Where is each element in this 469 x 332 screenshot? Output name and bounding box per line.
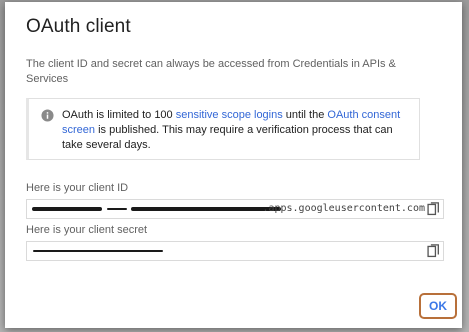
redaction-mark xyxy=(33,250,163,252)
dialog-title: OAuth client xyxy=(26,16,131,37)
copy-client-secret-icon[interactable] xyxy=(427,244,440,258)
copy-client-id-icon[interactable] xyxy=(427,202,440,216)
redaction-mark xyxy=(107,208,127,210)
client-secret-label: Here is your client secret xyxy=(26,224,148,236)
notice-text-before: OAuth is limited to 100 xyxy=(62,109,176,121)
oauth-client-dialog: OAuth client The client ID and secret ca… xyxy=(5,2,462,328)
notice-text-middle: until the xyxy=(282,109,328,121)
info-icon xyxy=(41,109,54,122)
redaction-mark xyxy=(131,207,281,211)
sensitive-scope-logins-link[interactable]: sensitive scope logins xyxy=(176,109,283,121)
notice-text-after: is published. This may require a verific… xyxy=(62,124,393,151)
ok-button[interactable]: OK xyxy=(419,293,457,319)
notice-text: OAuth is limited to 100 sensitive scope … xyxy=(62,108,412,153)
redaction-mark xyxy=(32,207,102,211)
client-id-label: Here is your client ID xyxy=(26,182,129,194)
client-id-suffix: .apps.googleusercontent.com xyxy=(262,203,425,214)
oauth-limit-notice: OAuth is limited to 100 sensitive scope … xyxy=(26,98,420,160)
client-secret-field[interactable] xyxy=(26,241,444,261)
dialog-description: The client ID and secret can always be a… xyxy=(26,58,396,85)
client-id-field[interactable]: .apps.googleusercontent.com xyxy=(26,199,444,219)
